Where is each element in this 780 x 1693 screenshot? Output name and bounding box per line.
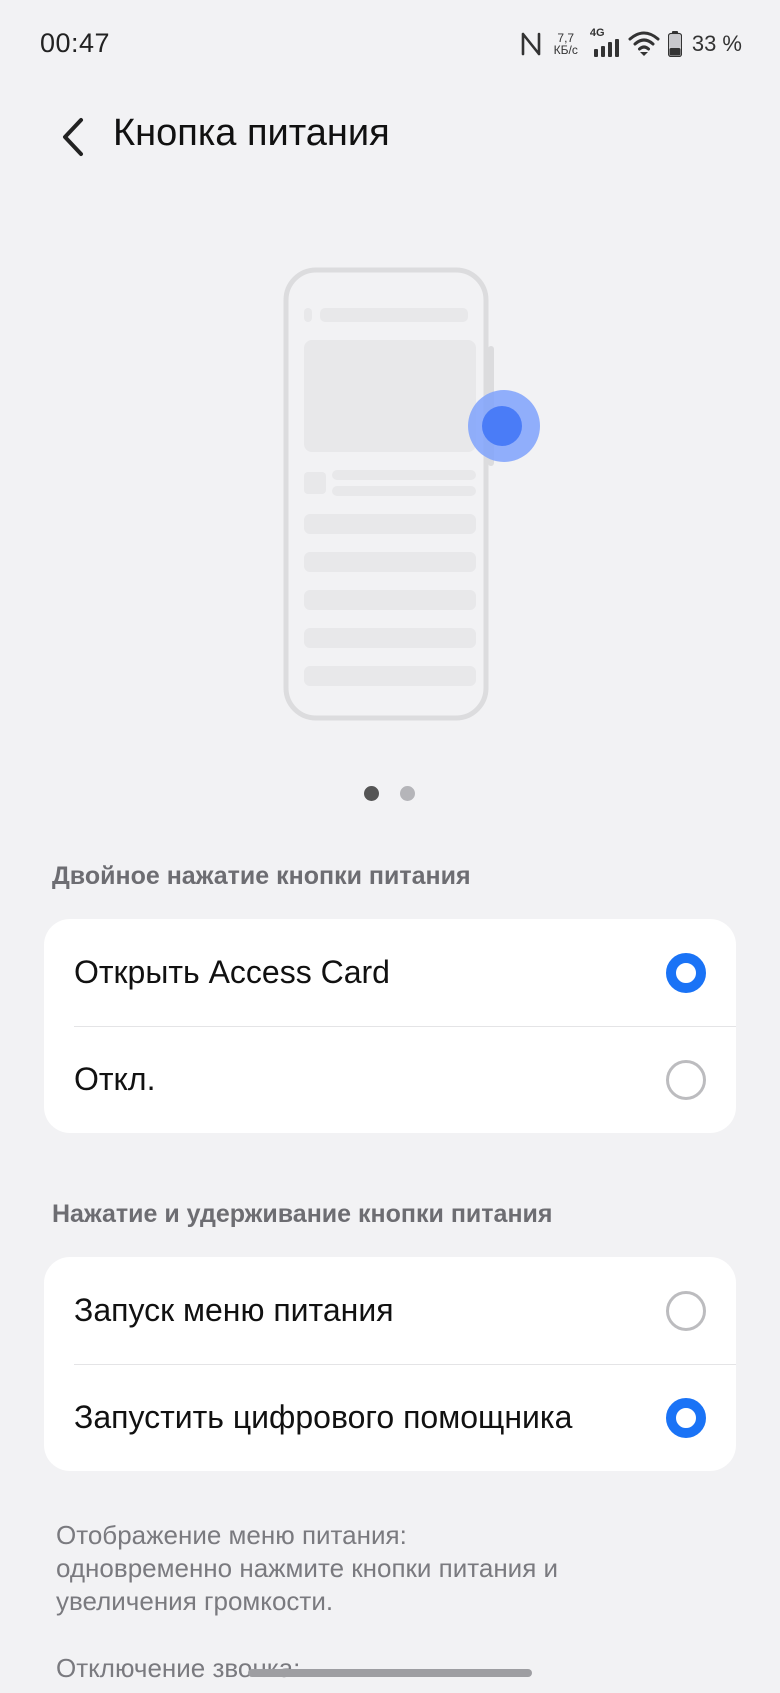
battery-percentage: 33 % <box>691 31 742 56</box>
network-speed: 7,7 КБ/с <box>554 32 578 56</box>
radio-unselected[interactable] <box>666 1059 706 1100</box>
option-label: Запуск меню питания <box>74 1292 394 1328</box>
page-dot-2[interactable] <box>400 786 415 801</box>
option-off[interactable]: Откл. <box>44 1026 736 1133</box>
double-press-card: Открыть Access Card Откл. <box>44 919 736 1133</box>
battery-icon <box>667 31 682 57</box>
option-open-access-card[interactable]: Открыть Access Card <box>44 919 736 1026</box>
press-hold-section-title: Нажатие и удерживание кнопки питания <box>52 1200 553 1228</box>
status-bar: 00:47 7,7 КБ/с 4G 33 % <box>0 0 780 90</box>
option-label: Откл. <box>74 1061 156 1097</box>
option-digital-assistant[interactable]: Запустить цифрового помощника <box>44 1364 736 1471</box>
power-menu-info: Отображение меню питания: одновременно н… <box>56 1519 696 1618</box>
press-hold-card: Запуск меню питания Запустить цифрового … <box>44 1257 736 1471</box>
signal-icon: 4G <box>589 27 620 59</box>
home-indicator[interactable] <box>248 1669 532 1677</box>
option-power-menu[interactable]: Запуск меню питания <box>44 1257 736 1364</box>
power-button-illustration <box>280 262 540 732</box>
network-type: 4G <box>589 27 605 39</box>
option-label: Открыть Access Card <box>74 954 390 990</box>
page-indicator <box>364 786 415 801</box>
chevron-left-icon <box>63 118 83 156</box>
power-menu-info-line2: одновременно нажмите кнопки питания и <box>56 1553 559 1583</box>
back-button[interactable] <box>44 108 102 166</box>
page-dot-1[interactable] <box>364 786 379 801</box>
radio-selected[interactable] <box>666 952 706 993</box>
phone-illustration <box>283 267 540 721</box>
power-menu-info-line1: Отображение меню питания: <box>56 1520 407 1550</box>
option-label: Запустить цифрового помощника <box>74 1399 573 1435</box>
power-menu-info-line3: увеличения громкости. <box>56 1586 334 1616</box>
status-icons: 7,7 КБ/с 4G 33 % <box>520 26 742 62</box>
double-press-section-title: Двойное нажатие кнопки питания <box>52 862 471 890</box>
wifi-icon <box>628 31 660 56</box>
status-time: 00:47 <box>40 28 111 58</box>
page-title: Кнопка питания <box>113 112 390 154</box>
app-header: Кнопка питания <box>0 100 780 180</box>
radio-unselected[interactable] <box>666 1290 706 1331</box>
network-speed-unit: КБ/с <box>553 43 578 57</box>
radio-selected[interactable] <box>666 1397 706 1438</box>
nfc-icon <box>521 32 540 56</box>
